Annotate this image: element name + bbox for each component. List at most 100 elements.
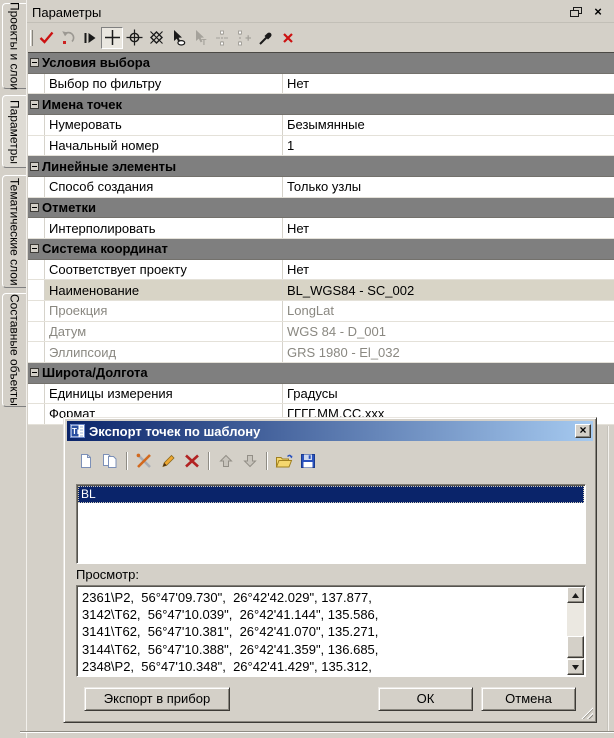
sidebar-tab-projects-and-layers[interactable]: Проекты и слои	[2, 3, 26, 89]
edit-pencil-icon[interactable]	[156, 450, 180, 472]
preview-line: 3141\T62, 56°47'10.381", 26°42'41.070", …	[82, 623, 564, 640]
preview-box[interactable]: 2361\P2, 56°47'09.730", 26°42'42.029", 1…	[76, 585, 586, 677]
section-linear-elements[interactable]: Линейные элементы	[28, 156, 614, 177]
row-cs-name[interactable]: НаименованиеBL_WGS84 - SC_002	[28, 280, 614, 301]
property-value: Нет	[287, 221, 309, 236]
tools-icon[interactable]	[132, 450, 156, 472]
property-value: Градусы	[287, 386, 338, 401]
sidebar-tab-parameters[interactable]: Параметры	[2, 95, 26, 168]
row-gutter	[28, 404, 45, 424]
property-label: Единицы измерения	[49, 386, 173, 401]
panel-right-border	[607, 426, 609, 731]
property-label: Интерполировать	[49, 221, 156, 236]
new-template-icon[interactable]	[74, 450, 98, 472]
property-label: Проекция	[49, 303, 107, 318]
section-title: Условия выбора	[42, 55, 150, 70]
open-template-icon[interactable]	[272, 450, 296, 472]
preview-line: 3142\T62, 56°47'10.039", 26°42'41.144", …	[82, 606, 564, 623]
row-filter-select[interactable]: Выбор по фильтруНет	[28, 74, 614, 95]
float-window-icon[interactable]	[568, 5, 584, 19]
ok-button[interactable]: ОК	[378, 687, 473, 711]
property-value: Нет	[287, 76, 309, 91]
scroll-up-icon[interactable]	[567, 587, 584, 603]
collapse-icon[interactable]	[30, 100, 39, 109]
section-title: Система координат	[42, 241, 168, 256]
copy-template-icon[interactable]	[98, 450, 122, 472]
row-matches-project[interactable]: Соответствует проектуНет	[28, 260, 614, 281]
cancel-x-icon[interactable]	[277, 27, 299, 49]
row-gutter	[28, 260, 45, 280]
go-to-last-icon[interactable]	[79, 27, 101, 49]
capture-point-diamond-icon[interactable]	[145, 27, 167, 49]
apply-check-icon[interactable]	[35, 27, 57, 49]
svg-text:Тг: Тг	[72, 427, 81, 436]
preview-text: 2361\P2, 56°47'09.730", 26°42'42.029", 1…	[82, 589, 564, 674]
dialog-toolbar	[74, 448, 320, 474]
preview-line: 3144\T62, 56°47'10.388", 26°42'41.359", …	[82, 641, 564, 658]
capture-point-icon[interactable]	[123, 27, 145, 49]
collapse-icon[interactable]	[30, 162, 39, 171]
section-point-names[interactable]: Имена точек	[28, 94, 614, 115]
row-gutter	[28, 177, 45, 197]
delete-icon[interactable]	[180, 450, 204, 472]
section-title: Линейные элементы	[42, 159, 176, 174]
dialog-titlebar[interactable]: Тг Экспорт точек по шаблону ×	[67, 421, 593, 441]
save-template-icon[interactable]	[296, 450, 320, 472]
dialog-icon: Тг	[70, 424, 85, 438]
sidebar-tab-composite-objects[interactable]: Составные объекты	[2, 293, 26, 407]
collapse-icon[interactable]	[30, 203, 39, 212]
row-gutter	[28, 322, 45, 342]
section-marks[interactable]: Отметки	[28, 198, 614, 219]
property-value: WGS 84 - D_001	[287, 324, 386, 339]
dialog-close-icon[interactable]: ×	[575, 424, 591, 438]
export-points-dialog: Тг Экспорт точек по шаблону ×	[63, 417, 597, 723]
section-lat-long[interactable]: Широта/Долгота	[28, 363, 614, 384]
property-label: Соответствует проекту	[49, 262, 187, 277]
node-add-icon	[233, 27, 255, 49]
cursor-select-icon[interactable]	[167, 27, 189, 49]
close-icon[interactable]: ×	[590, 5, 606, 19]
move-down-icon	[238, 450, 262, 472]
property-value: GRS 1980 - El_032	[287, 345, 400, 360]
section-coordinate-system[interactable]: Система координат	[28, 239, 614, 260]
row-interpolate[interactable]: Интерполировать Нет	[28, 218, 614, 239]
template-list-item-selected[interactable]: BL	[78, 486, 584, 503]
row-gutter	[28, 74, 45, 94]
toolbar-grip[interactable]	[30, 30, 33, 46]
cancel-button[interactable]: Отмена	[481, 687, 576, 711]
template-list[interactable]: BL	[76, 484, 586, 564]
credo-parameters-window: { "panel": { "title": "Параметры", "clos…	[0, 0, 614, 738]
panel-titlebar[interactable]: Параметры ×	[27, 2, 614, 23]
row-gutter	[28, 301, 45, 321]
collapse-icon[interactable]	[30, 368, 39, 377]
vertical-scrollbar[interactable]	[567, 587, 584, 675]
resize-grip[interactable]	[580, 706, 593, 719]
row-gutter	[28, 280, 45, 300]
row-gutter	[28, 115, 45, 135]
scroll-down-icon[interactable]	[567, 659, 584, 675]
property-value: 1	[287, 138, 294, 153]
property-label: Нумеровать	[49, 117, 122, 132]
dialog-title: Экспорт точек по шаблону	[89, 424, 575, 439]
collapse-icon[interactable]	[30, 58, 39, 67]
row-numbering[interactable]: Нумеровать Безымянные	[28, 115, 614, 136]
toolbar-separator	[266, 452, 268, 470]
sidebar-tabstrip: Проекты и слои Параметры Тематические сл…	[0, 0, 27, 738]
property-value: Безымянные	[287, 117, 365, 132]
eyedropper-icon[interactable]	[255, 27, 277, 49]
scrollbar-thumb[interactable]	[567, 636, 584, 658]
sidebar-tab-thematic-layers[interactable]: Тематические слои	[2, 175, 26, 288]
row-projection: ПроекцияLongLat	[28, 301, 614, 322]
property-label: Способ создания	[49, 179, 153, 194]
collapse-icon[interactable]	[30, 244, 39, 253]
export-to-device-button[interactable]: Экспорт в прибор	[84, 687, 230, 711]
node-edit-icon	[211, 27, 233, 49]
property-label: Начальный номер	[49, 138, 159, 153]
row-units[interactable]: Единицы измерения Градусы	[28, 384, 614, 405]
section-selection-conditions[interactable]: Условия выбора	[28, 53, 614, 74]
row-creation-method[interactable]: Способ созданияТолько узлы	[28, 177, 614, 198]
crosshair-tool-icon[interactable]	[101, 27, 123, 49]
undo-icon	[57, 27, 79, 49]
row-start-number[interactable]: Начальный номер 1	[28, 136, 614, 157]
preview-line: 2361\P2, 56°47'09.730", 26°42'42.029", 1…	[82, 589, 564, 606]
